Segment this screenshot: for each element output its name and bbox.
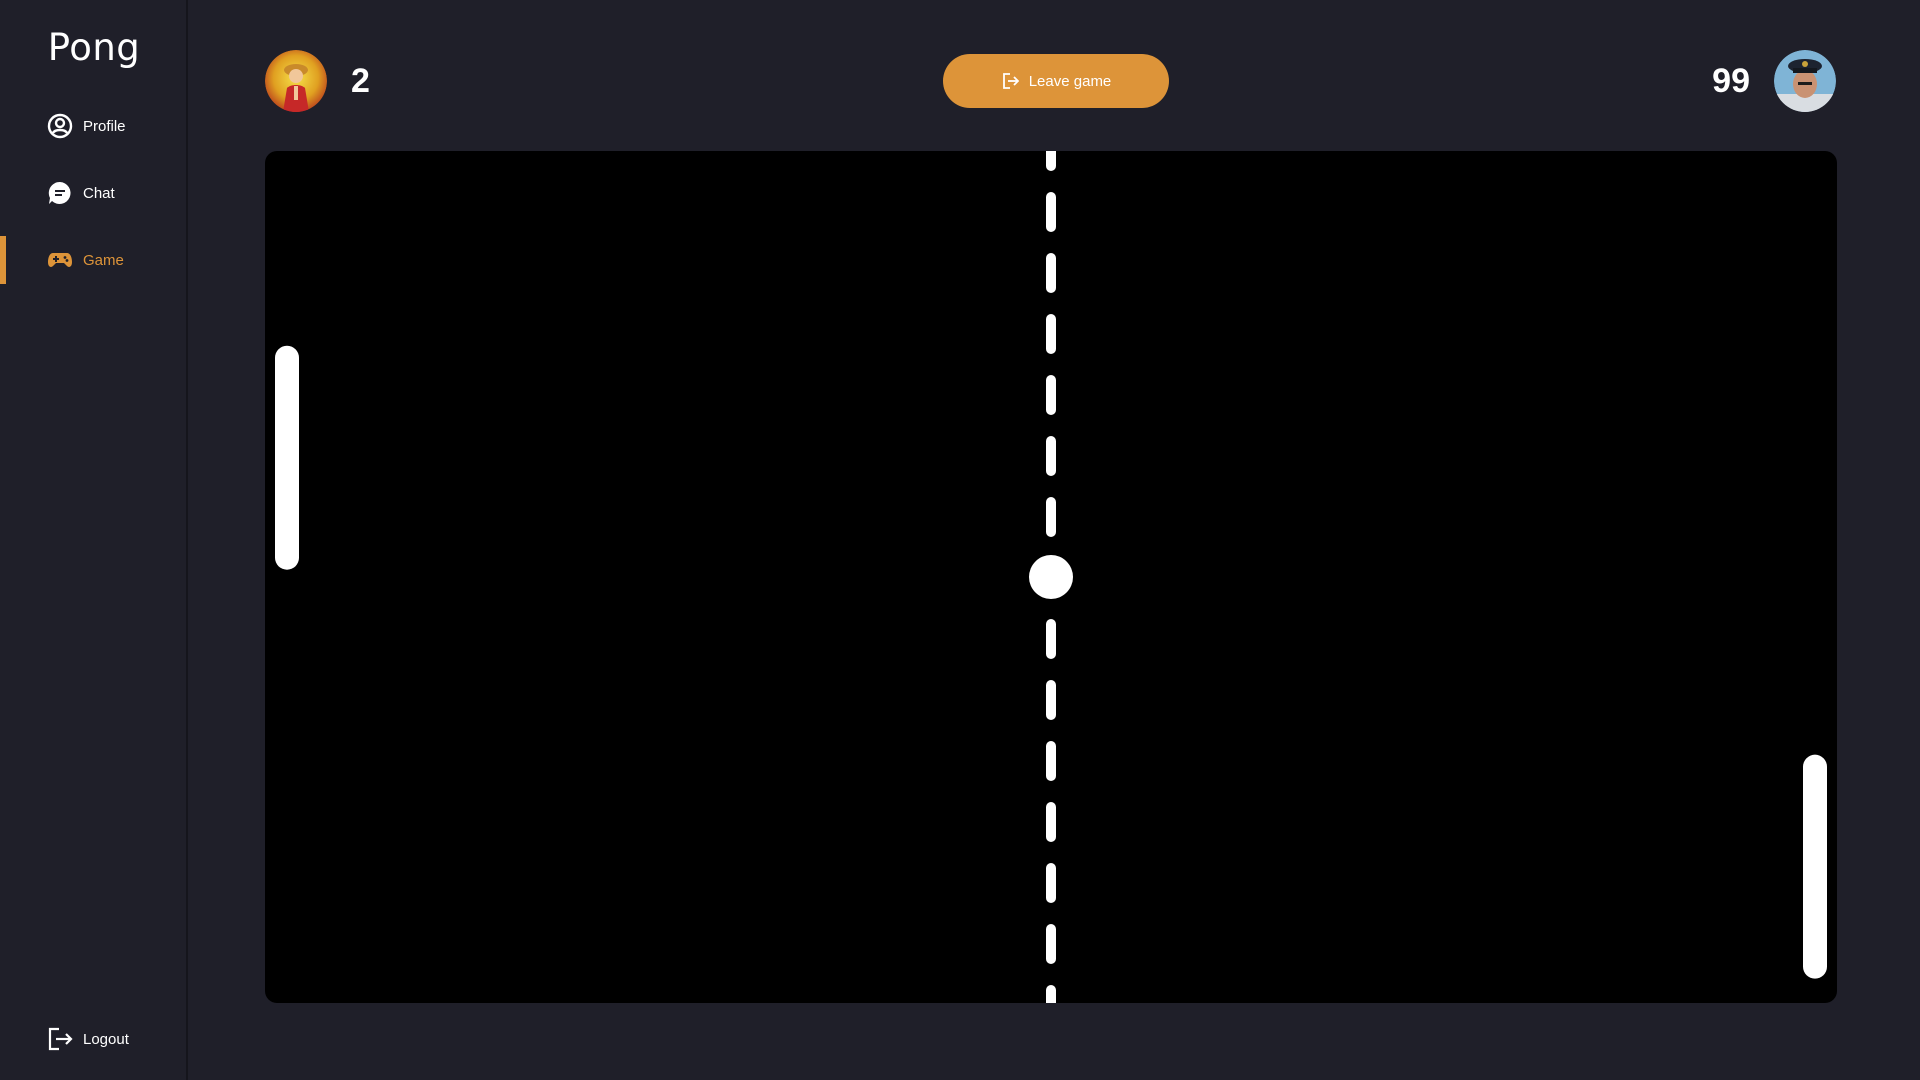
left-player-avatar [265, 50, 327, 112]
court-canvas [275, 151, 1827, 1003]
logout-label: Logout [83, 1030, 129, 1048]
center-net-dash [1046, 741, 1056, 781]
center-net-dash [1046, 863, 1056, 903]
left-player-score: 2 [351, 61, 370, 100]
center-net-dash [1046, 924, 1056, 964]
leave-game-button[interactable]: Leave game [943, 54, 1169, 108]
sidebar-item-label: Game [83, 251, 124, 269]
app-title: Pong [47, 26, 141, 69]
exit-door-icon [1001, 72, 1019, 90]
center-net-dash [1046, 985, 1056, 1003]
center-net-dash [1046, 802, 1056, 842]
user-circle-icon [47, 113, 73, 139]
right-paddle [1803, 754, 1827, 979]
logout-button[interactable]: Logout [0, 1015, 186, 1063]
sidebar: Pong Profile Chat Game Logout [0, 0, 188, 1080]
sidebar-item-profile[interactable]: Profile [0, 102, 186, 150]
left-player-info: 2 [265, 50, 370, 112]
right-player-info: 99 [1712, 50, 1836, 112]
center-net-dash [1046, 314, 1056, 354]
left-paddle [275, 345, 299, 570]
ball [1029, 555, 1073, 599]
game-court[interactable] [265, 151, 1837, 1003]
center-net-dash [1046, 497, 1056, 537]
logout-icon [47, 1026, 73, 1052]
center-net-dash [1046, 192, 1056, 232]
center-net-dash [1046, 680, 1056, 720]
center-net-dash [1046, 151, 1056, 171]
center-net-dash [1046, 619, 1056, 659]
sidebar-item-game[interactable]: Game [0, 236, 186, 284]
gamepad-icon [47, 247, 73, 273]
right-player-avatar [1774, 50, 1836, 112]
sidebar-item-label: Profile [83, 117, 126, 135]
chat-bubble-icon [47, 180, 73, 206]
center-net-dash [1046, 375, 1056, 415]
sidebar-item-label: Chat [83, 184, 115, 202]
sidebar-item-chat[interactable]: Chat [0, 169, 186, 217]
leave-game-label: Leave game [1028, 72, 1112, 90]
center-net-dash [1046, 253, 1056, 293]
center-net-dash [1046, 436, 1056, 476]
right-player-score: 99 [1712, 61, 1750, 100]
